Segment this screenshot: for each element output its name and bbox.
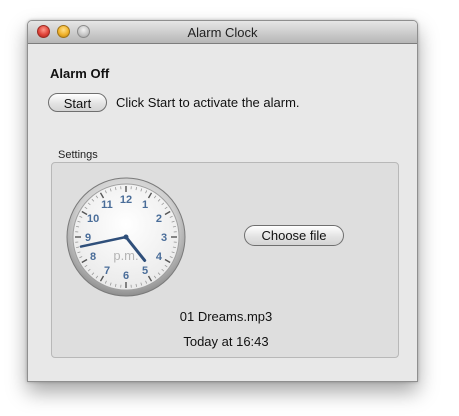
choose-file-button[interactable]: Choose file xyxy=(244,225,344,246)
clock-numeral: 9 xyxy=(85,232,91,244)
clock-numeral: 5 xyxy=(142,265,148,277)
settings-group: 12 1 2 3 4 5 6 7 8 9 10 11 p.m. Choose file 01 Drea… xyxy=(51,162,399,358)
clock-numeral: 8 xyxy=(90,251,96,263)
alarm-sound-file: 01 Dreams.mp3 xyxy=(179,309,273,324)
alarm-clock-window: Alarm Clock Alarm Off Start Click Start … xyxy=(27,20,418,382)
clock-numeral: 3 xyxy=(161,232,167,244)
clock-numeral: 1 xyxy=(142,199,148,211)
clock-numeral: 12 xyxy=(120,194,132,206)
clock-center-hub xyxy=(123,234,129,240)
title-bar: Alarm Clock xyxy=(28,21,417,44)
clock-numeral: 2 xyxy=(156,213,162,225)
analog-clock: 12 1234567891011 p.m. xyxy=(66,177,186,297)
alarm-time: Today at 16:43 xyxy=(183,334,269,349)
settings-label: Settings xyxy=(58,149,98,161)
start-hint: Click Start to activate the alarm. xyxy=(116,95,300,110)
clock-numeral: 7 xyxy=(104,265,110,277)
clock-numeral: 6 xyxy=(123,270,129,282)
clock-numeral: 4 xyxy=(156,251,163,263)
clock-numeral: 11 xyxy=(101,199,113,211)
window-title: Alarm Clock xyxy=(187,25,258,40)
alarm-status: Alarm Off xyxy=(50,66,110,81)
clock-numeral: 10 xyxy=(87,213,99,225)
start-button[interactable]: Start xyxy=(48,93,107,112)
